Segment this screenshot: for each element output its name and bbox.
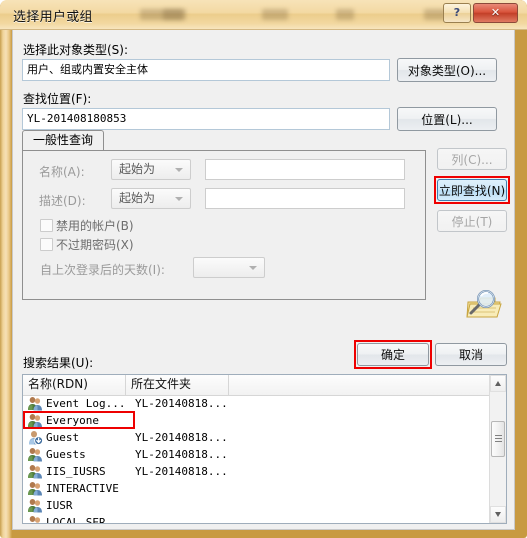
scroll-down-button[interactable] (490, 506, 506, 523)
group-icon (28, 465, 42, 479)
titlebar-glass-reflection (262, 9, 288, 20)
close-button[interactable]: ✕ (473, 3, 518, 23)
group-icon (28, 397, 42, 411)
result-row-name: IIS_IUSRS (46, 465, 106, 478)
result-row[interactable]: LOCAL SER... (23, 514, 490, 524)
result-row[interactable]: Event Log... YL-20140818... (23, 395, 490, 412)
group-icon (28, 448, 42, 462)
location-field[interactable]: YL-201408180853 (22, 108, 390, 130)
columns-button[interactable]: 列(C)... (437, 148, 507, 170)
group-icon (27, 396, 43, 411)
group-icon (27, 515, 43, 523)
scroll-up-button[interactable] (490, 375, 506, 392)
non-expiring-password-checkbox[interactable] (40, 238, 53, 251)
dialog-body: 选择此对象类型(S): 用户、组或内置安全主体 对象类型(O)... 查找位置(… (12, 30, 515, 530)
name-input[interactable] (205, 159, 405, 180)
disabled-accounts-checkbox[interactable] (40, 219, 53, 232)
group-icon (27, 413, 43, 428)
search-folder-icon (466, 290, 502, 318)
result-row-name: Guests (46, 448, 86, 461)
result-row[interactable]: Everyone (23, 412, 490, 429)
result-row-folder: YL-20140818... (135, 431, 228, 444)
object-type-label: 选择此对象类型(S): (23, 43, 129, 57)
description-label: 描述(D): (39, 194, 86, 208)
search-results-label: 搜索结果(U): (23, 356, 94, 370)
title-bar: 选择用户或组 ? ✕ (0, 0, 527, 30)
stop-button[interactable]: 停止(T) (437, 210, 507, 232)
triangle-down-icon (495, 512, 501, 517)
common-queries-tab-control: 一般性查询 名称(A): 起始为 描述(D): 起始为 禁用的帐户(B) 不过期… (22, 130, 426, 300)
results-scrollbar[interactable] (489, 375, 506, 523)
group-icon (27, 481, 43, 496)
days-since-logon-select[interactable] (193, 257, 265, 278)
titlebar-glass-reflection (336, 9, 354, 20)
search-results-list[interactable]: 名称(RDN) 所在文件夹 Event Log... YL-20140818...… (22, 374, 507, 524)
common-queries-panel: 名称(A): 起始为 描述(D): 起始为 禁用的帐户(B) 不过期密码(X) (22, 150, 426, 300)
result-row-name: IUSR (46, 499, 73, 512)
result-row[interactable]: IIS_IUSRS YL-20140818... (23, 463, 490, 480)
triangle-up-icon (495, 381, 501, 386)
cancel-button[interactable]: 取消 (435, 343, 507, 366)
result-row-folder: YL-20140818... (135, 397, 228, 410)
list-column-headers: 名称(RDN) 所在文件夹 (23, 375, 506, 396)
result-row[interactable]: Guests YL-20140818... (23, 446, 490, 463)
description-input[interactable] (205, 188, 405, 209)
find-now-button[interactable]: 立即查找(N) (437, 179, 507, 201)
grip-icon (495, 435, 502, 442)
result-row-folder: YL-20140818... (135, 448, 228, 461)
name-label: 名称(A): (39, 165, 85, 179)
group-icon (28, 499, 42, 513)
result-row-name: INTERACTIVE (46, 482, 119, 495)
location-label: 查找位置(F): (23, 92, 92, 106)
titlebar-glass-reflection (163, 9, 183, 20)
column-header-name[interactable]: 名称(RDN) (23, 375, 126, 395)
result-row-folder: YL-20140818... (135, 465, 228, 478)
user-disabled-icon (27, 430, 44, 446)
group-icon (29, 516, 41, 523)
group-icon (27, 464, 43, 479)
result-row-name: LOCAL SER... (46, 516, 126, 524)
name-condition-select[interactable]: 起始为 (111, 159, 191, 180)
help-button[interactable]: ? (443, 3, 471, 23)
disabled-accounts-label: 禁用的帐户(B) (56, 219, 134, 233)
result-row[interactable]: Guest YL-20140818... (23, 429, 490, 446)
ok-button[interactable]: 确定 (357, 343, 429, 366)
chevron-down-icon (175, 168, 183, 172)
location-button[interactable]: 位置(L)... (397, 107, 497, 131)
object-types-button[interactable]: 对象类型(O)... (397, 58, 497, 82)
name-condition-value: 起始为 (119, 162, 156, 176)
user-disabled-icon (29, 431, 44, 446)
description-condition-select[interactable]: 起始为 (111, 188, 191, 209)
select-users-or-groups-dialog: 选择用户或组 ? ✕ 选择此对象类型(S): 用户、组或内置安全主体 对象类型(… (0, 0, 527, 538)
result-rows: Event Log... YL-20140818... Everyone Guest Y… (23, 395, 490, 524)
group-icon (27, 447, 43, 462)
description-condition-value: 起始为 (119, 191, 156, 205)
group-icon (27, 498, 43, 513)
column-header-blank[interactable] (229, 375, 491, 395)
result-row[interactable]: INTERACTIVE (23, 480, 490, 497)
chevron-down-icon (175, 197, 183, 201)
chevron-down-icon (249, 266, 257, 270)
tab-common-queries[interactable]: 一般性查询 (22, 130, 104, 151)
object-type-field[interactable]: 用户、组或内置安全主体 (22, 59, 390, 81)
result-row-name: Everyone (46, 414, 99, 427)
column-header-folder[interactable]: 所在文件夹 (126, 375, 229, 395)
result-row[interactable]: IUSR (23, 497, 490, 514)
non-expiring-password-label: 不过期密码(X) (56, 238, 134, 252)
result-row-name: Guest (46, 431, 80, 444)
scrollbar-thumb[interactable] (491, 421, 505, 457)
days-since-logon-label: 自上次登录后的天数(I): (40, 263, 165, 277)
group-icon (28, 414, 42, 428)
result-row-name: Event Log... (46, 397, 126, 410)
window-title: 选择用户或组 (13, 10, 93, 25)
group-icon (28, 482, 42, 496)
